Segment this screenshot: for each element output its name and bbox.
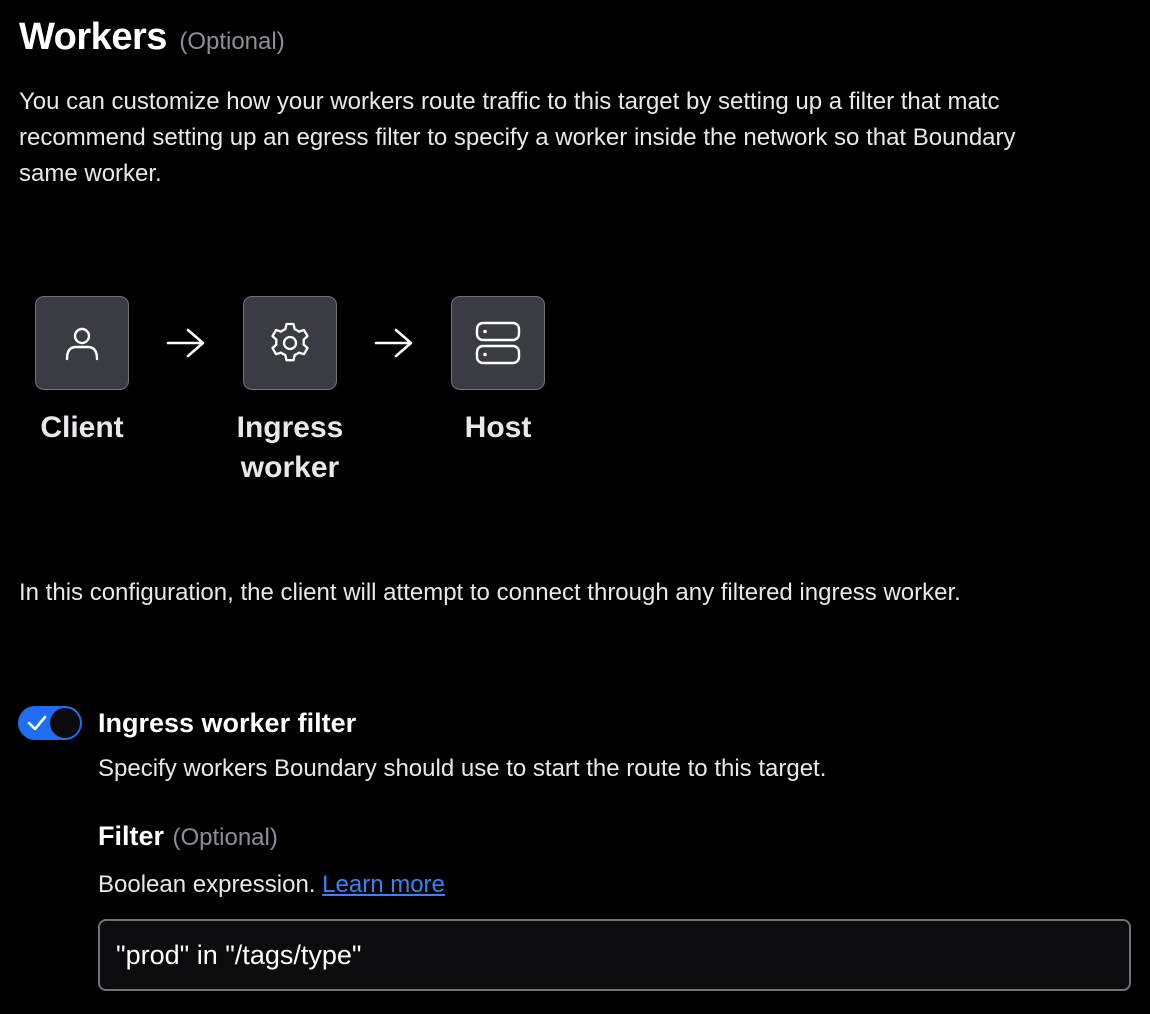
arrow-right-icon — [374, 328, 413, 358]
arrow-right-icon — [166, 328, 205, 358]
client-node-label: Client — [40, 411, 124, 444]
host-node-label: Host — [464, 411, 532, 444]
filter-field-header: Filter (Optional) — [98, 821, 278, 852]
ingress-filter-label[interactable]: Ingress worker filter — [98, 705, 356, 741]
learn-more-link[interactable]: Learn more — [322, 871, 445, 898]
server-icon — [475, 321, 521, 365]
filter-expression-input[interactable] — [98, 919, 1131, 991]
description-line: same worker. — [19, 160, 162, 187]
section-optional-label: (Optional) — [179, 28, 285, 55]
configuration-description: In this configuration, the client will a… — [19, 579, 961, 606]
filter-optional-label: (Optional) — [172, 824, 278, 851]
checkmark-icon — [27, 715, 47, 731]
description-line: You can customize how your workers route… — [19, 88, 1000, 115]
ingress-filter-toggle[interactable] — [18, 706, 82, 740]
section-header: Workers (Optional) — [19, 16, 285, 59]
user-icon — [65, 327, 99, 361]
gear-icon — [271, 322, 309, 362]
client-node-box — [35, 296, 129, 390]
ingress-worker-node-box — [243, 296, 337, 390]
section-description: You can customize how your workers route… — [19, 84, 1150, 192]
description-line: recommend setting up an egress filter to… — [19, 124, 1016, 151]
section-title: Workers — [19, 16, 167, 58]
ingress-worker-node-label: Ingress worker — [236, 411, 344, 484]
host-node-box — [451, 296, 545, 390]
filter-help-text: Boolean expression. Learn more — [98, 868, 445, 902]
toggle-knob — [50, 708, 80, 738]
workers-page: Workers (Optional) You can customize how… — [0, 0, 1150, 1014]
ingress-filter-help: Specify workers Boundary should use to s… — [98, 755, 827, 782]
filter-help-label: Boolean expression. — [98, 871, 316, 898]
filter-label: Filter — [98, 821, 165, 851]
